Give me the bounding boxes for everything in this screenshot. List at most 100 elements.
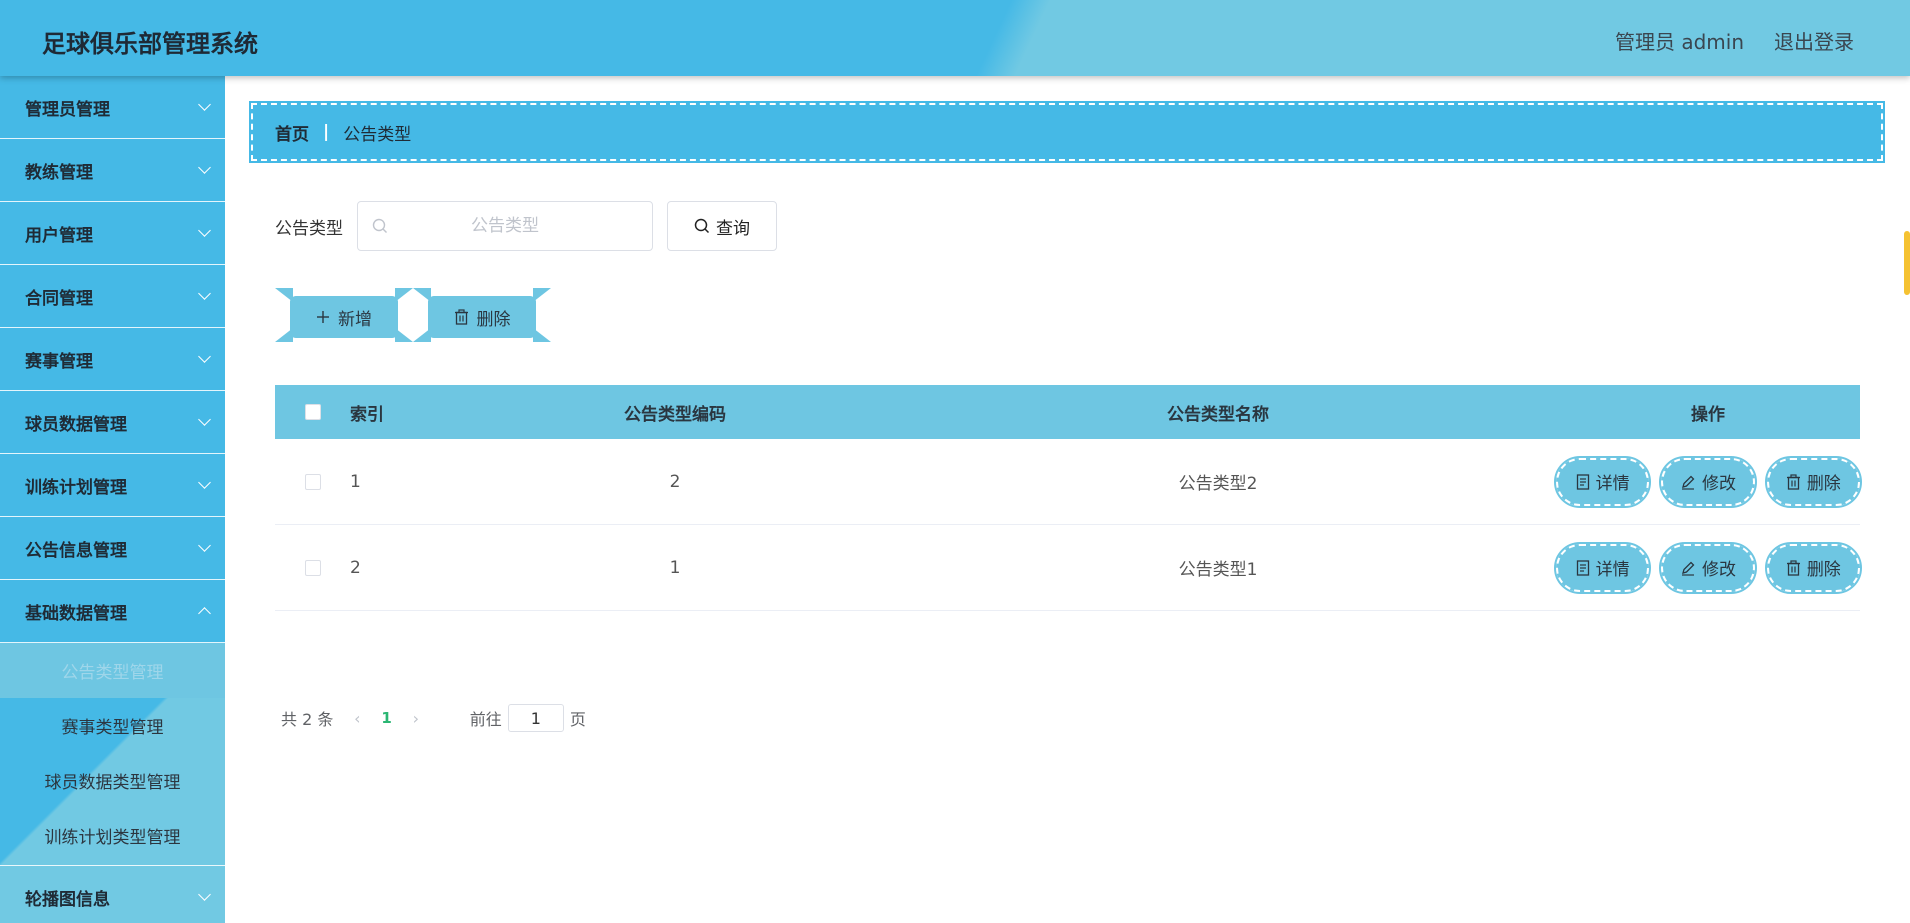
chevron-down-icon [198, 888, 211, 901]
edit-button-label: 修改 [1701, 560, 1736, 580]
submenu-training-type[interactable]: 训练计划类型管理 [0, 808, 225, 863]
cell-name: 公告类型1 [1178, 560, 1258, 580]
sidebar-item-notice[interactable]: 公告信息管理 [0, 517, 225, 580]
sidebar-item-label: 合同管理 [25, 288, 93, 309]
select-all-checkbox[interactable] [304, 404, 321, 420]
page-jump-input[interactable] [507, 704, 564, 732]
top-header: 足球俱乐部管理系统 管理员 admin 退出登录 [0, 0, 1910, 76]
document-icon [1576, 473, 1590, 490]
search-input[interactable] [358, 202, 652, 250]
breadcrumb-current: 公告类型 [343, 124, 412, 145]
chevron-down-icon [198, 413, 211, 426]
chevron-down-icon [198, 539, 211, 552]
sidebar-item-label: 赛事管理 [25, 351, 93, 372]
search-box [357, 201, 653, 251]
cell-code: 1 [669, 557, 681, 578]
sidebar-item-label: 管理员管理 [25, 99, 110, 120]
edit-button[interactable]: 修改 [1659, 455, 1757, 508]
submenu-player-data-type[interactable]: 球员数据类型管理 [0, 753, 225, 808]
pagination-total: 共 2 条 [281, 710, 334, 729]
submenu-notice-type[interactable]: 公告类型管理 [0, 643, 225, 698]
sidebar-item-training[interactable]: 训练计划管理 [0, 454, 225, 517]
logout-link[interactable]: 退出登录 [1774, 26, 1854, 55]
sidebar-item-carousel[interactable]: 轮播图信息 [0, 865, 225, 923]
sidebar-item-match[interactable]: 赛事管理 [0, 328, 225, 391]
pagination: 共 2 条 ‹ 1 › 前往 页 [281, 704, 586, 732]
sidebar-item-admin[interactable]: 管理员管理 [0, 76, 225, 139]
batch-delete-button-label: 删除 [476, 309, 511, 330]
admin-user-label: 管理员 admin [1614, 30, 1744, 54]
search-icon [372, 218, 388, 234]
add-button[interactable]: 新增 [275, 288, 413, 342]
detail-button-label: 详情 [1595, 560, 1630, 580]
edit-button-label: 修改 [1701, 474, 1736, 494]
sidebar-item-player-data[interactable]: 球员数据管理 [0, 391, 225, 454]
column-header-code: 公告类型编码 [624, 404, 726, 425]
delete-button-label: 删除 [1806, 560, 1841, 580]
table-header: 索引 公告类型编码 公告类型名称 操作 [275, 385, 1860, 439]
pencil-icon [1680, 474, 1696, 490]
cell-code: 2 [669, 471, 681, 492]
cell-ops: 详情 修改 删除 [1553, 455, 1862, 508]
search-icon [694, 218, 710, 234]
pagination-goto-label: 前往 [469, 710, 502, 729]
row-checkbox[interactable] [304, 473, 321, 490]
delete-button-label: 删除 [1806, 474, 1841, 494]
row-checkbox[interactable] [304, 559, 321, 576]
sidebar-item-coach[interactable]: 教练管理 [0, 139, 225, 202]
plus-icon [316, 310, 330, 324]
breadcrumb-home[interactable]: 首页 [275, 120, 309, 145]
pagination-unit-label: 页 [569, 710, 586, 729]
column-header-index: 索引 [350, 404, 384, 425]
add-button-label: 新增 [338, 309, 372, 330]
prev-page-icon[interactable]: ‹ [347, 709, 367, 728]
edit-button[interactable]: 修改 [1659, 541, 1757, 594]
scrollbar-thumb[interactable] [1904, 231, 1910, 295]
chevron-down-icon [198, 287, 211, 300]
sidebar-item-label: 训练计划管理 [25, 477, 127, 498]
submenu-match-type[interactable]: 赛事类型管理 [0, 698, 225, 753]
action-row: 新增 删除 [275, 288, 551, 342]
data-table: 索引 公告类型编码 公告类型名称 操作 1 2 公告类型2 详情 修改 删除 2… [275, 385, 1862, 611]
next-page-icon[interactable]: › [406, 709, 426, 728]
chevron-up-icon [198, 607, 211, 620]
batch-delete-button-body: 删除 [428, 296, 536, 338]
detail-button-label: 详情 [1595, 474, 1630, 494]
batch-delete-button[interactable]: 删除 [413, 288, 551, 342]
sidebar-item-label: 轮播图信息 [25, 889, 110, 910]
table-row: 2 1 公告类型1 详情 修改 删除 [275, 525, 1862, 611]
cell-index: 1 [350, 471, 361, 492]
delete-button[interactable]: 删除 [1764, 541, 1862, 594]
chevron-down-icon [198, 224, 211, 237]
sidebar: 管理员管理 教练管理 用户管理 合同管理 赛事管理 球员数据管理 训练计划管理 … [0, 76, 225, 923]
table-row: 1 2 公告类型2 详情 修改 删除 [275, 439, 1862, 525]
document-icon [1576, 559, 1590, 576]
sidebar-item-label: 用户管理 [25, 225, 93, 246]
breadcrumb-separator: | [323, 122, 330, 142]
cell-index: 2 [350, 557, 361, 578]
column-header-name: 公告类型名称 [1167, 404, 1269, 425]
sidebar-item-user[interactable]: 用户管理 [0, 202, 225, 265]
trash-icon [454, 309, 469, 325]
cell-ops: 详情 修改 删除 [1553, 541, 1862, 594]
header-right: 管理员 admin 退出登录 [1615, 26, 1854, 55]
sidebar-item-contract[interactable]: 合同管理 [0, 265, 225, 328]
app-title: 足球俱乐部管理系统 [42, 30, 258, 58]
page-number-current[interactable]: 1 [381, 709, 391, 727]
sidebar-item-label: 教练管理 [25, 162, 93, 183]
trash-icon [1786, 473, 1801, 490]
sidebar-item-label: 基础数据管理 [25, 603, 127, 624]
detail-button[interactable]: 详情 [1553, 455, 1652, 508]
search-label: 公告类型 [275, 218, 343, 239]
query-button-label: 查询 [716, 218, 750, 239]
delete-button[interactable]: 删除 [1764, 455, 1862, 508]
basic-data-submenu: 公告类型管理 赛事类型管理 球员数据类型管理 训练计划类型管理 [0, 643, 225, 865]
sidebar-item-label: 公告信息管理 [25, 540, 127, 561]
chevron-down-icon [198, 476, 211, 489]
pencil-icon [1680, 560, 1696, 576]
detail-button[interactable]: 详情 [1553, 541, 1652, 594]
chevron-down-icon [198, 98, 211, 111]
column-header-ops: 操作 [1691, 404, 1725, 425]
sidebar-item-basic-data[interactable]: 基础数据管理 [0, 580, 225, 643]
query-button[interactable]: 查询 [667, 201, 777, 251]
